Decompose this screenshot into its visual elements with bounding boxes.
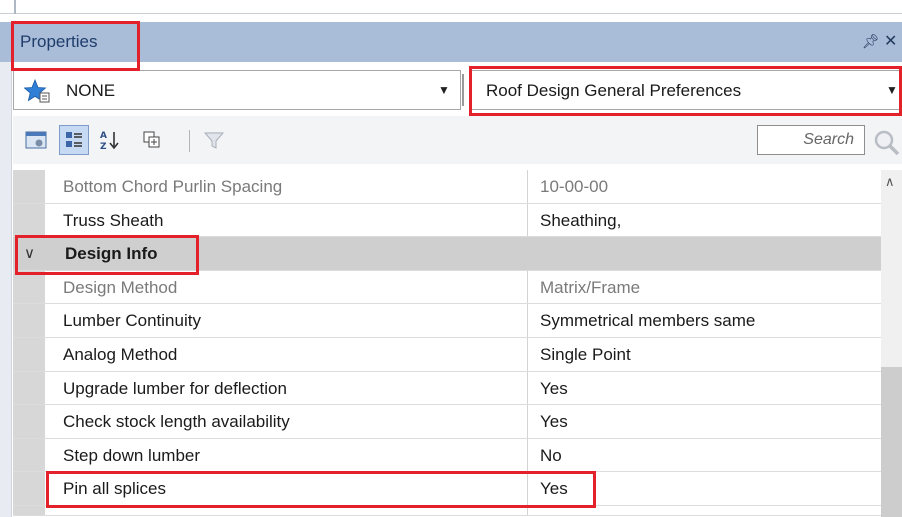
row-gutter — [13, 337, 45, 371]
column-divider — [527, 371, 528, 405]
style-dropdown-value: NONE — [66, 81, 116, 100]
property-row[interactable]: Pin all splices Yes — [13, 472, 881, 506]
column-divider — [527, 304, 528, 337]
property-pages-icon[interactable] — [21, 125, 51, 155]
row-gutter — [13, 371, 45, 405]
toolbar-separator — [189, 130, 190, 152]
top-strip — [0, 0, 902, 14]
property-row[interactable]: Analog Method Single Point — [13, 337, 881, 372]
svg-text:Z: Z — [100, 142, 107, 151]
category-dropdown[interactable]: Roof Design General Preferences ▼ — [469, 70, 902, 110]
close-icon[interactable]: ✕ — [884, 31, 897, 51]
property-name: Design Method — [63, 277, 178, 297]
property-name: Pin all splices — [63, 479, 166, 499]
property-grid: Bottom Chord Purlin Spacing 10-00-00 Tru… — [13, 170, 881, 516]
property-row[interactable]: Upgrade lumber for deflection Yes — [13, 371, 881, 406]
search-icon[interactable] — [872, 128, 900, 156]
property-value[interactable]: No — [540, 446, 562, 466]
property-row[interactable]: Step down lumber No — [13, 438, 881, 473]
window-edge — [14, 0, 16, 14]
dropdown-separator — [462, 74, 464, 106]
column-divider — [527, 337, 528, 371]
row-gutter — [13, 505, 45, 515]
property-name: Truss Sheath — [63, 210, 164, 230]
toolbar: AZ Search — [13, 116, 902, 164]
property-name: Check stock length availability — [63, 412, 290, 432]
panel-title: Properties — [20, 32, 98, 51]
row-gutter — [13, 170, 45, 203]
chevron-down-icon[interactable]: ∨ — [24, 244, 35, 262]
style-dropdown[interactable]: NONE ▼ — [13, 70, 461, 110]
property-value[interactable]: 10-00-00 — [540, 177, 608, 197]
chevron-down-icon[interactable]: ▼ — [438, 83, 450, 97]
property-value[interactable]: Yes — [540, 479, 568, 499]
row-gutter — [13, 405, 45, 438]
property-row[interactable]: Lumber Continuity Symmetrical members sa… — [13, 304, 881, 338]
row-gutter — [13, 203, 45, 237]
vertical-scrollbar[interactable]: ∧ — [881, 170, 902, 517]
chevron-up-icon[interactable]: ∧ — [885, 174, 895, 190]
property-value[interactable]: Sheathing, — [540, 211, 621, 231]
category-row-design-info[interactable]: ∨ Design Info — [13, 237, 881, 271]
property-value[interactable]: Single Point — [540, 345, 631, 365]
expand-all-icon[interactable] — [137, 125, 167, 155]
property-name: Step down lumber — [63, 445, 201, 465]
column-divider — [527, 472, 528, 505]
column-divider — [527, 170, 528, 203]
property-row-partial — [13, 505, 881, 516]
property-value[interactable]: Symmetrical members same — [540, 311, 755, 331]
property-row[interactable]: Bottom Chord Purlin Spacing 10-00-00 — [13, 170, 881, 204]
column-divider — [527, 203, 528, 237]
column-divider — [527, 405, 528, 438]
search-input[interactable]: Search — [757, 125, 865, 155]
search-placeholder: Search — [803, 131, 854, 148]
property-value[interactable]: Matrix/Frame — [540, 278, 640, 298]
column-divider — [527, 270, 528, 304]
panel-left-edge — [0, 62, 12, 517]
category-name: Design Info — [65, 244, 158, 264]
property-name: Lumber Continuity — [63, 311, 201, 331]
clear-filter-icon[interactable] — [199, 125, 229, 155]
row-gutter — [13, 304, 45, 337]
property-value[interactable]: Yes — [540, 379, 568, 399]
property-row[interactable]: Check stock length availability Yes — [13, 405, 881, 439]
column-divider — [527, 505, 528, 515]
property-name: Bottom Chord Purlin Spacing — [63, 177, 283, 196]
scrollbar-thumb[interactable] — [881, 367, 902, 517]
property-name: Analog Method — [63, 344, 178, 364]
row-gutter — [13, 438, 45, 472]
categorized-icon[interactable] — [59, 125, 89, 155]
row-gutter — [13, 270, 45, 304]
property-name: Upgrade lumber for deflection — [63, 378, 287, 398]
property-row[interactable]: Truss Sheath Sheathing, — [13, 203, 881, 238]
star-icon — [24, 79, 50, 103]
category-dropdown-value: Roof Design General Preferences — [486, 81, 742, 100]
property-value[interactable]: Yes — [540, 412, 568, 432]
sort-alphabetical-icon[interactable]: AZ — [95, 125, 125, 155]
row-gutter — [13, 472, 45, 505]
properties-title-bar: Properties 📌︎ ✕ — [0, 22, 902, 62]
pin-icon[interactable]: 📌︎ — [862, 33, 880, 50]
property-row[interactable]: Design Method Matrix/Frame — [13, 270, 881, 305]
chevron-down-icon[interactable]: ▼ — [886, 83, 898, 97]
column-divider — [527, 438, 528, 472]
svg-text:A: A — [100, 131, 107, 141]
